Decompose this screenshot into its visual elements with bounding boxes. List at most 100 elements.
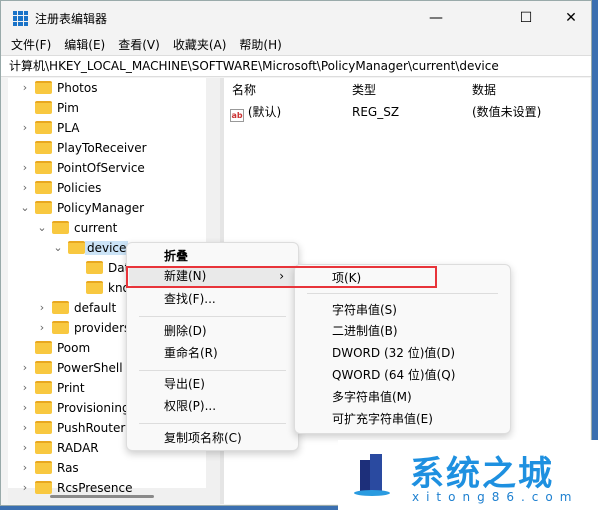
tree-item-label: Photos — [57, 81, 98, 95]
tree-item[interactable]: › providers — [40, 318, 131, 338]
submenu-item-qword-value[interactable]: QWORD (64 位)值(Q) — [297, 365, 508, 385]
folder-icon — [35, 461, 52, 474]
submenu-item-string-value[interactable]: 字符串值(S) — [297, 300, 508, 320]
value-row[interactable]: ab (默认) REG_SZ (数值未设置) — [230, 102, 580, 122]
submenu-item-dword-value[interactable]: DWORD (32 位)值(D) — [297, 343, 508, 363]
menu-item-rename[interactable]: 重命名(R) — [129, 343, 296, 363]
chevron-right-icon[interactable]: › — [19, 438, 31, 458]
minimize-button[interactable]: — — [413, 1, 459, 35]
watermark-text: 系统之城 — [410, 454, 554, 494]
folder-icon — [52, 321, 69, 334]
tree-item-label: current — [74, 221, 118, 235]
menu-separator — [139, 370, 286, 371]
tree-item[interactable]: › Ras — [23, 458, 79, 478]
close-button[interactable]: ✕ — [548, 1, 594, 35]
window-title: 注册表编辑器 — [35, 12, 108, 26]
folder-icon — [35, 101, 52, 114]
chevron-right-icon[interactable]: › — [36, 298, 48, 318]
tree-item[interactable]: › Photos — [23, 78, 98, 98]
column-type[interactable]: 类型 — [352, 81, 376, 101]
folder-icon — [35, 161, 52, 174]
watermark-url: xitong86.com — [412, 490, 579, 504]
chevron-right-icon[interactable]: › — [19, 418, 31, 438]
folder-icon — [52, 301, 69, 314]
tree-item[interactable]: ⌄ PolicyManager — [20, 198, 144, 218]
tree-item[interactable]: ⌄ current — [37, 218, 118, 238]
chevron-right-icon[interactable]: › — [19, 78, 31, 98]
tree-item-label: PointOfService — [57, 161, 145, 175]
menu-separator — [139, 423, 286, 424]
tree-item[interactable]: › default — [40, 298, 116, 318]
chevron-down-icon[interactable]: ⌄ — [52, 238, 64, 258]
chevron-right-icon[interactable]: › — [19, 158, 31, 178]
tree-item-label: Print — [57, 381, 85, 395]
value-name: (默认) — [247, 105, 282, 119]
folder-icon — [35, 421, 52, 434]
tree-item-label: PowerShell — [57, 361, 123, 375]
tree-item[interactable]: Poom — [35, 338, 90, 358]
tree-item-label: device — [85, 241, 129, 255]
menu-separator — [139, 316, 286, 317]
chevron-right-icon[interactable]: › — [19, 378, 31, 398]
regedit-app-icon — [13, 11, 28, 26]
tree-item[interactable]: › Policies — [23, 178, 102, 198]
tree-item-label: PlayToReceiver — [57, 141, 147, 155]
folder-icon — [35, 341, 52, 354]
folder-icon — [35, 361, 52, 374]
tree-item[interactable]: PlayToReceiver — [35, 138, 147, 158]
tree-item[interactable]: › RcsPresence — [23, 478, 133, 498]
menu-favorites[interactable]: 收藏夹(A) — [173, 35, 227, 55]
tree-item[interactable]: › PushRouter — [23, 418, 125, 438]
tree-item-label: RcsPresence — [57, 481, 133, 495]
menu-item-copy-key-name[interactable]: 复制项名称(C) — [129, 428, 296, 448]
address-bar[interactable]: 计算机\HKEY_LOCAL_MACHINE\SOFTWARE\Microsof… — [1, 55, 591, 77]
tree-item[interactable]: › PowerShell — [23, 358, 123, 378]
folder-icon — [35, 121, 52, 134]
menu-item-find[interactable]: 查找(F)... — [129, 289, 296, 309]
value-type: REG_SZ — [352, 105, 400, 119]
submenu-item-expandable-string-value[interactable]: 可扩充字符串值(E) — [297, 409, 508, 429]
tree-item[interactable]: › Print — [23, 378, 85, 398]
menu-file[interactable]: 文件(F) — [11, 35, 51, 55]
tree-item-label: providers — [74, 321, 131, 335]
chevron-right-icon[interactable]: › — [19, 358, 31, 378]
chevron-right-icon[interactable]: › — [19, 458, 31, 478]
value-data: (数值未设置) — [472, 105, 542, 119]
folder-icon — [86, 261, 103, 274]
tree-item-label: Ras — [57, 461, 79, 475]
menu-item-delete[interactable]: 删除(D) — [129, 321, 296, 341]
title-bar: 注册表编辑器 — ☐ ✕ — [1, 1, 591, 35]
menu-item-collapse[interactable]: 折叠 — [129, 246, 296, 266]
tree-item[interactable]: Pim — [35, 98, 79, 118]
menu-help[interactable]: 帮助(H) — [239, 35, 281, 55]
submenu-item-binary-value[interactable]: 二进制值(B) — [297, 321, 508, 341]
chevron-right-icon[interactable]: › — [19, 398, 31, 418]
menu-separator — [307, 293, 498, 294]
tree-item[interactable]: › RADAR — [23, 438, 99, 458]
folder-icon — [35, 441, 52, 454]
chevron-right-icon[interactable]: › — [19, 178, 31, 198]
chevron-down-icon[interactable]: ⌄ — [36, 218, 48, 238]
menu-bar: 文件(F) 编辑(E) 查看(V) 收藏夹(A) 帮助(H) — [1, 35, 591, 55]
tree-item[interactable]: › PointOfService — [23, 158, 145, 178]
folder-icon — [35, 381, 52, 394]
chevron-right-icon[interactable]: › — [19, 118, 31, 138]
maximize-button[interactable]: ☐ — [503, 1, 549, 35]
menu-item-export[interactable]: 导出(E) — [129, 374, 296, 394]
tree-item[interactable]: ⌄ device — [53, 238, 129, 258]
tree-item[interactable]: › Provisioning — [23, 398, 130, 418]
folder-icon — [35, 481, 52, 494]
menu-item-permissions[interactable]: 权限(P)... — [129, 396, 296, 416]
column-data[interactable]: 数据 — [472, 81, 496, 101]
tree-item-label: Policies — [57, 181, 102, 195]
chevron-right-icon[interactable]: › — [19, 478, 31, 498]
tree-item[interactable]: › PLA — [23, 118, 80, 138]
tree-item-label: RADAR — [57, 441, 99, 455]
menu-edit[interactable]: 编辑(E) — [64, 35, 105, 55]
submenu-item-multi-string-value[interactable]: 多字符串值(M) — [297, 387, 508, 407]
chevron-down-icon[interactable]: ⌄ — [19, 198, 31, 218]
chevron-right-icon[interactable]: › — [36, 318, 48, 338]
menu-view[interactable]: 查看(V) — [118, 35, 160, 55]
column-name[interactable]: 名称 — [232, 81, 256, 101]
tree-item-label: PLA — [57, 121, 80, 135]
